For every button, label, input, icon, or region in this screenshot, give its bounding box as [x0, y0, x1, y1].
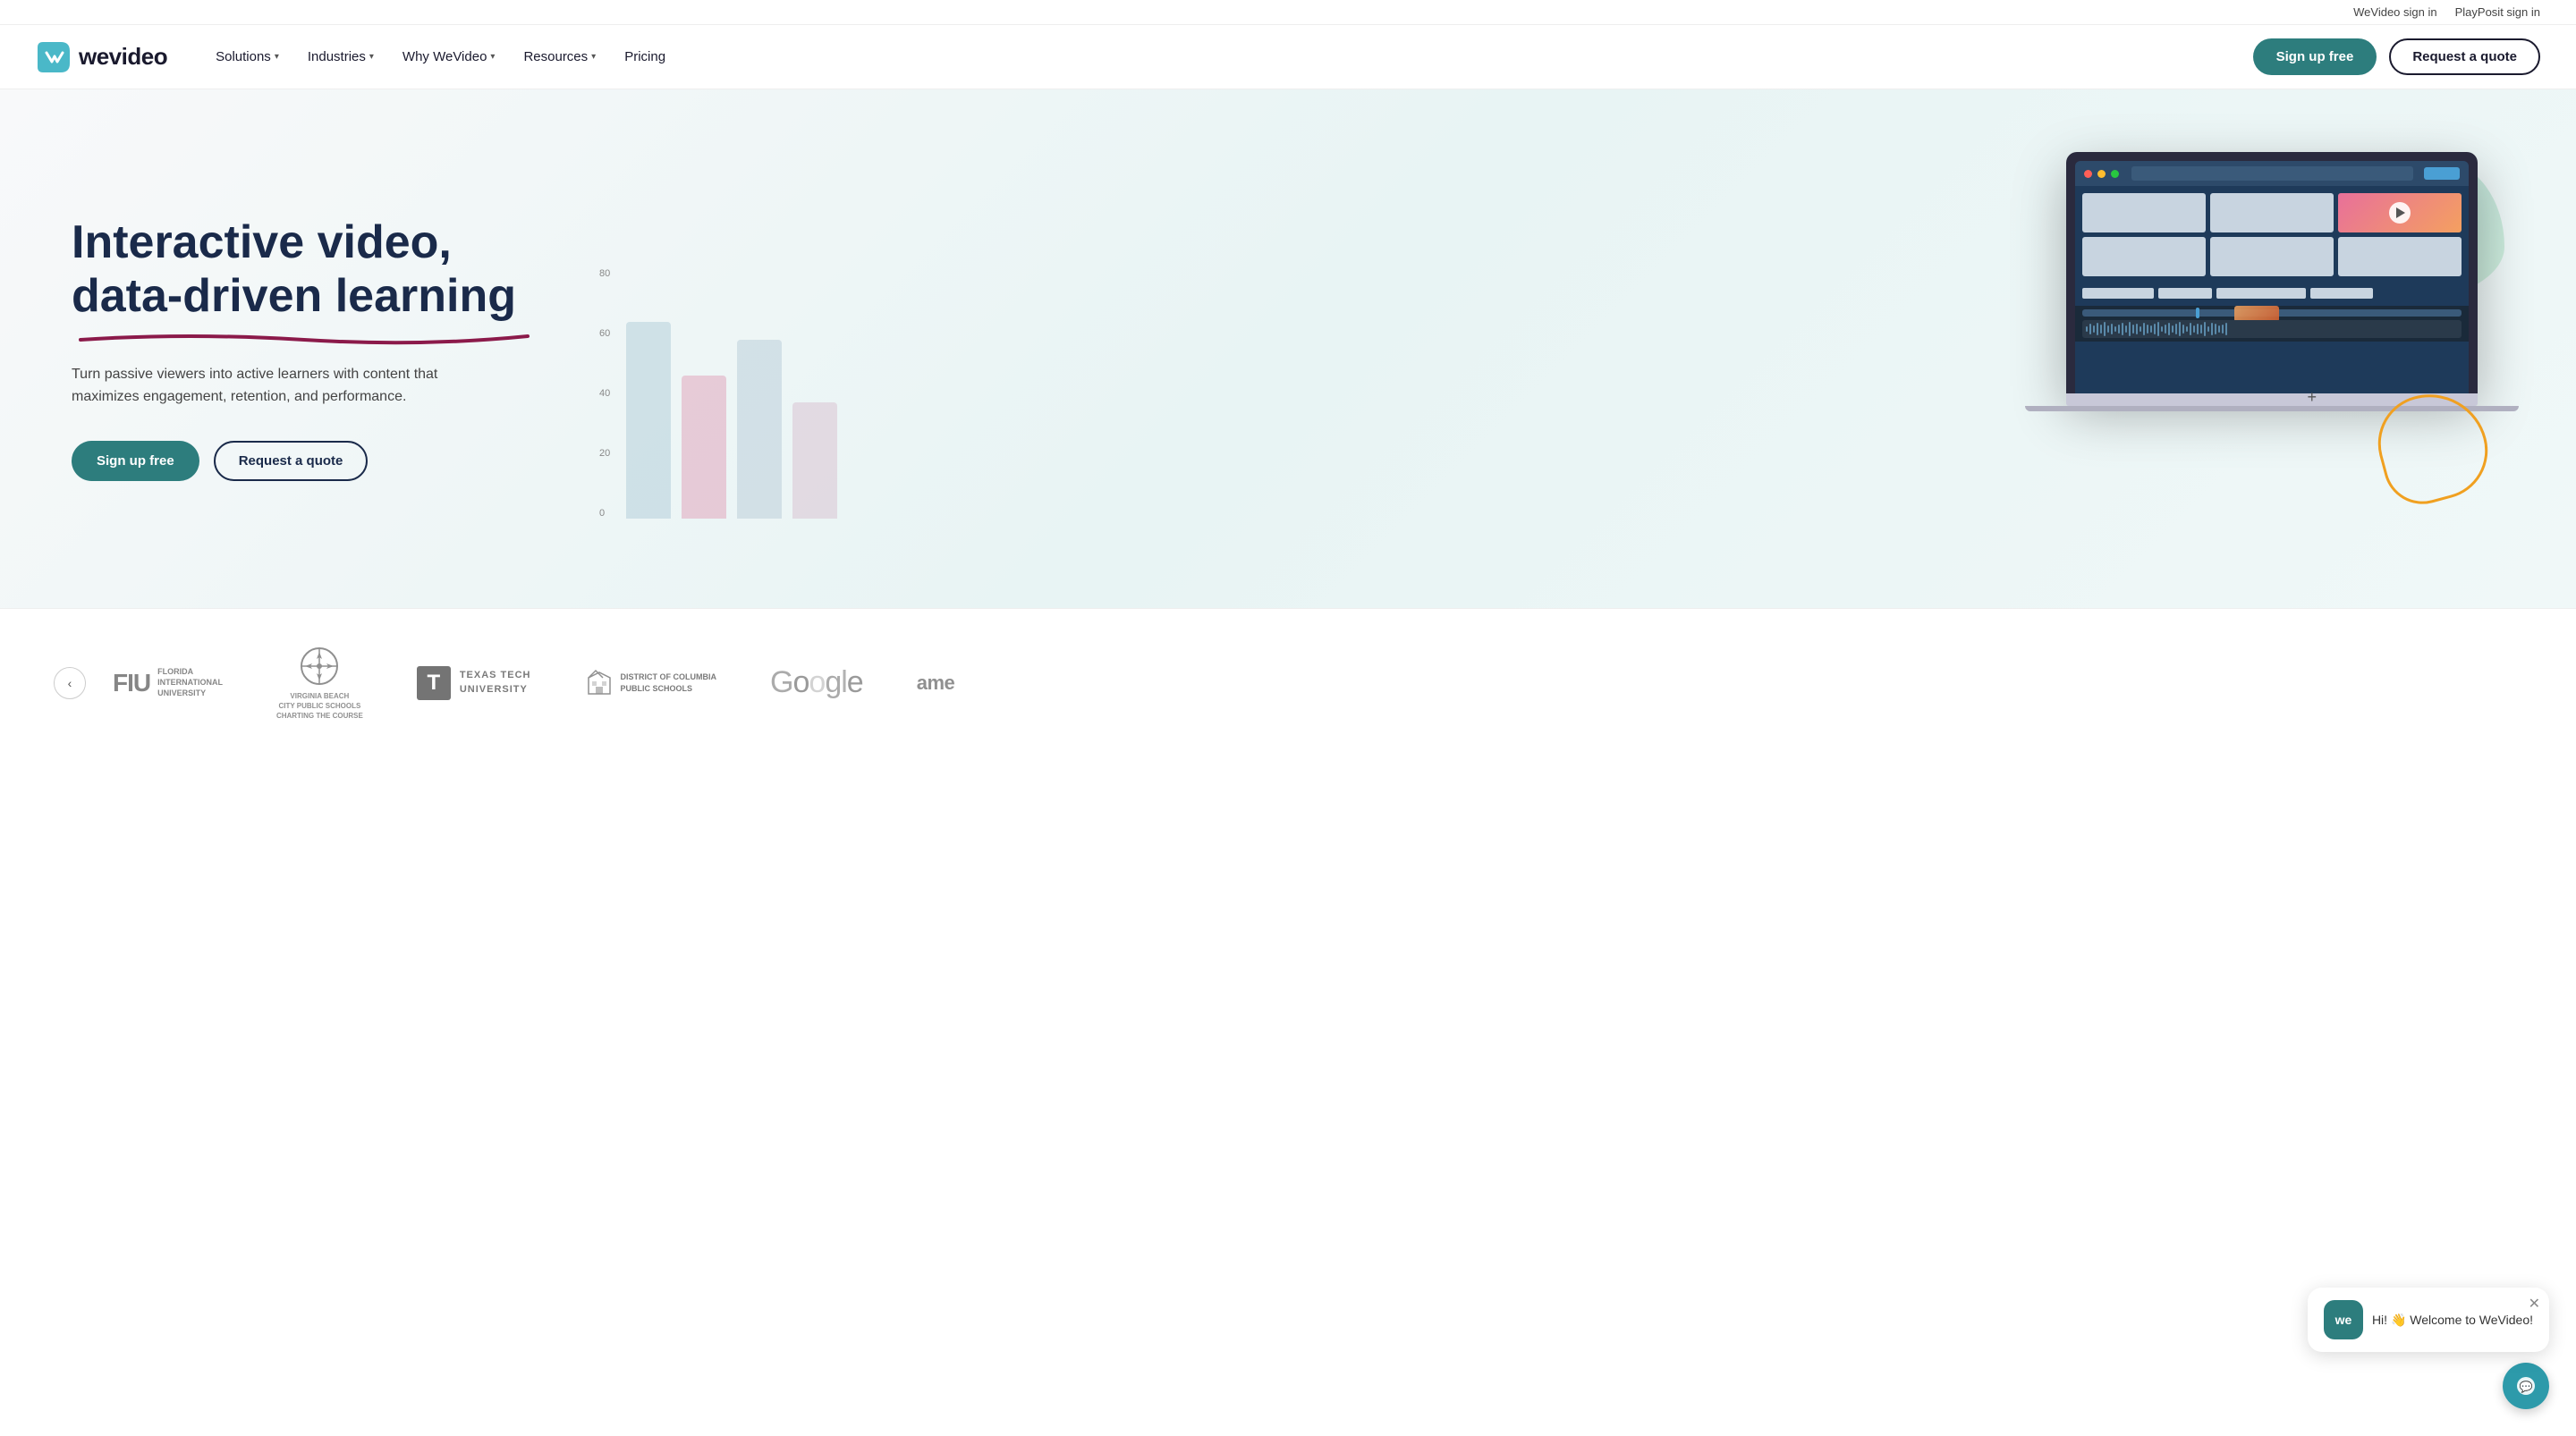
nav-quote-button[interactable]: Request a quote — [2389, 38, 2540, 75]
chat-close-button[interactable]: ✕ — [2529, 1295, 2540, 1313]
navbar: wevideo Solutions ▾ Industries ▾ Why WeV… — [0, 25, 2576, 89]
screen-text-bar — [2082, 288, 2154, 299]
chart-bar — [737, 340, 782, 519]
chat-open-button[interactable]: 💬 — [2503, 1363, 2549, 1409]
logo-google: Google — [770, 665, 863, 700]
screen-thumbnail — [2082, 193, 2206, 232]
hero-signup-button[interactable]: Sign up free — [72, 441, 199, 481]
screen-text-bar — [2310, 288, 2373, 299]
screen-thumbnail — [2210, 237, 2334, 276]
screen-text-row — [2075, 288, 2469, 299]
svg-text:💬: 💬 — [2520, 1381, 2533, 1393]
ttu-text: TEXAS TECHUNIVERSITY — [460, 669, 531, 697]
timeline-progress — [2196, 308, 2199, 318]
hero-buttons: Sign up free Request a quote — [72, 441, 537, 481]
laptop-mockup — [2066, 152, 2478, 411]
logos-track: FIU FLORIDAINTERNATIONALUNIVERSITY VIRGI… — [113, 645, 2522, 722]
logo-amex: ame — [917, 672, 970, 695]
chart-bar — [792, 402, 837, 519]
chart-bar — [626, 322, 671, 519]
dcps-text: DISTRICT OF COLUMBIAPUBLIC SCHOOLS — [621, 672, 717, 694]
hero-title: Interactive video, data-driven learning — [72, 216, 537, 324]
play-button[interactable] — [2389, 202, 2411, 224]
laptop — [2066, 152, 2478, 411]
screen-thumbnail-active — [2338, 193, 2462, 232]
chat-greeting: Hi! 👋 Welcome to WeVideo! — [2372, 1313, 2533, 1328]
logos-section: ‹ FIU FLORIDAINTERNATIONALUNIVERSITY VIR… — [0, 608, 2576, 757]
timeline-audio — [2082, 320, 2462, 338]
fiu-fullname: FLORIDAINTERNATIONALUNIVERSITY — [157, 667, 223, 698]
chat-badge-wrap: we — [2324, 1300, 2363, 1339]
laptop-screen-outer — [2066, 152, 2478, 393]
chart-bar — [682, 376, 726, 519]
chat-badge: we — [2324, 1300, 2363, 1339]
nav-links: Solutions ▾ Industries ▾ Why WeVideo ▾ R… — [203, 42, 2253, 72]
hero-section: Interactive video, data-driven learning … — [0, 89, 2576, 608]
logo-dcps: DISTRICT OF COLUMBIAPUBLIC SCHOOLS — [585, 669, 717, 697]
chat-bubble: we Hi! 👋 Welcome to WeVideo! ✕ — [2308, 1288, 2549, 1352]
timeline-section — [2075, 306, 2469, 342]
screen-thumbnail — [2210, 193, 2334, 232]
screen-text-bar — [2216, 288, 2306, 299]
logo-text: wevideo — [79, 43, 167, 71]
hero-visual: 80 60 40 20 0 — [572, 143, 2504, 554]
traffic-light-yellow — [2097, 170, 2106, 178]
hero-quote-button[interactable]: Request a quote — [214, 441, 369, 481]
chevron-down-icon: ▾ — [490, 52, 495, 62]
fiu-acronym: FIU — [113, 669, 150, 697]
decorative-doodle-circle — [2379, 393, 2487, 501]
amex-text: ame — [917, 672, 955, 695]
logo-icon — [36, 38, 73, 76]
cursor-icon: + — [2307, 388, 2317, 407]
audio-waveform — [2082, 320, 2462, 338]
chat-icon: 💬 — [2514, 1374, 2538, 1398]
screen-action-button — [2424, 167, 2460, 180]
vbcps-text: VIRGINIA BEACHCITY PUBLIC SCHOOLSCHARTIN… — [276, 691, 363, 722]
nav-item-pricing[interactable]: Pricing — [612, 42, 678, 72]
vbcps-icon — [298, 645, 341, 688]
screen-toolbar — [2075, 161, 2469, 186]
chevron-down-icon: ▾ — [275, 52, 279, 62]
nav-item-why-wevideo[interactable]: Why WeVideo ▾ — [390, 42, 508, 72]
nav-item-industries[interactable]: Industries ▾ — [295, 42, 386, 72]
screen-thumbnail — [2338, 237, 2462, 276]
traffic-light-red — [2084, 170, 2092, 178]
chat-widget: we Hi! 👋 Welcome to WeVideo! ✕ 💬 — [2308, 1288, 2549, 1409]
nav-buttons: Sign up free Request a quote — [2253, 38, 2540, 75]
play-icon — [2396, 207, 2405, 218]
screen-content — [2075, 186, 2469, 283]
nav-item-resources[interactable]: Resources ▾ — [511, 42, 608, 72]
playposit-signin-link[interactable]: PlayPosit sign in — [2455, 5, 2540, 19]
logo-ttu: T TEXAS TECHUNIVERSITY — [417, 666, 531, 700]
screen-thumbnail — [2082, 237, 2206, 276]
topbar: WeVideo sign in PlayPosit sign in — [0, 0, 2576, 25]
traffic-light-green — [2111, 170, 2119, 178]
hero-underline — [72, 331, 537, 345]
dcps-icon — [585, 669, 614, 697]
wevideo-signin-link[interactable]: WeVideo sign in — [2353, 5, 2436, 19]
ttu-t-icon: T — [417, 666, 451, 700]
logo-vbcps: VIRGINIA BEACHCITY PUBLIC SCHOOLSCHARTIN… — [276, 645, 363, 722]
screen-text-bar — [2158, 288, 2212, 299]
logos-prev-button[interactable]: ‹ — [54, 667, 86, 699]
logo[interactable]: wevideo — [36, 38, 167, 76]
nav-item-solutions[interactable]: Solutions ▾ — [203, 42, 292, 72]
timeline-bar — [2082, 309, 2462, 317]
google-text: Google — [770, 665, 863, 700]
nav-signup-button[interactable]: Sign up free — [2253, 38, 2377, 75]
chevron-down-icon: ▾ — [591, 52, 596, 62]
hero-left: Interactive video, data-driven learning … — [72, 216, 537, 481]
logo-fiu: FIU FLORIDAINTERNATIONALUNIVERSITY — [113, 667, 223, 698]
chevron-down-icon: ▾ — [369, 52, 374, 62]
hero-body: Turn passive viewers into active learner… — [72, 363, 483, 409]
laptop-screen-inner — [2075, 161, 2469, 393]
url-bar — [2131, 166, 2413, 181]
